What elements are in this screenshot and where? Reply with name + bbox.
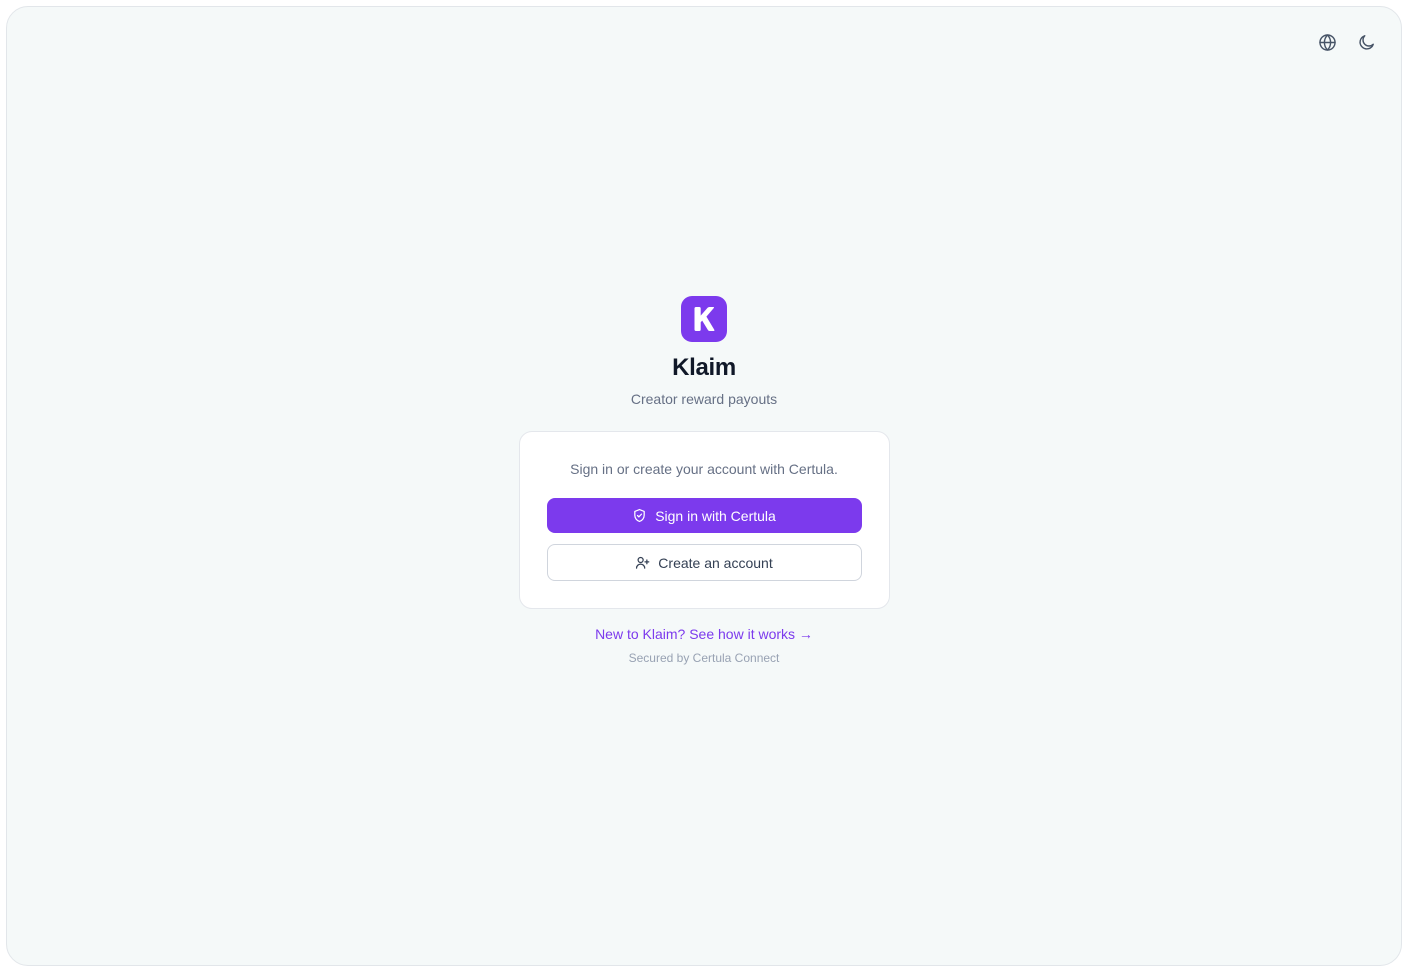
create-account-button-label: Create an account [658,554,773,571]
user-plus-icon [636,556,650,569]
klaim-logo [681,296,727,342]
moon-icon [1358,34,1374,50]
globe-icon [1318,33,1336,51]
how-it-works-link[interactable]: New to Klaim? See how it works → [595,626,813,642]
shield-check-icon [634,508,645,523]
secured-by-text: Secured by Certula Connect [628,651,780,665]
create-account-button[interactable]: Create an account [546,544,862,581]
app-name: Klaim [672,354,736,381]
tagline: Creator reward payouts [630,391,778,407]
auth-card: Sign in or create your account with Cert… [518,431,890,609]
app-window: Klaim Creator reward payouts Sign in or … [6,6,1402,966]
sign-in-panel: Klaim Creator reward payouts Sign in or … [7,296,1401,665]
top-actions [1314,29,1379,55]
k-logo-icon [694,307,715,331]
sign-in-with-certula-button[interactable]: Sign in with Certula [546,498,862,533]
language-button[interactable] [1314,29,1340,55]
theme-toggle-button[interactable] [1353,29,1379,55]
sign-in-button-label: Sign in with Certula [655,507,776,524]
card-intro-text: Sign in or create your account with Cert… [570,461,838,477]
